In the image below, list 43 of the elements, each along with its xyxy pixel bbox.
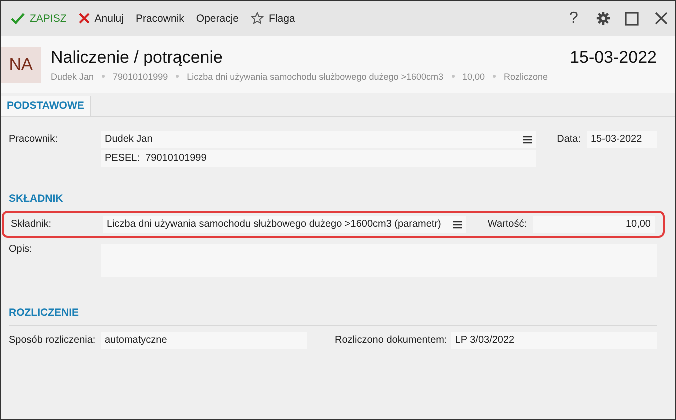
separator-dot <box>102 75 106 78</box>
employee-field[interactable]: Dudek Jan <box>101 131 536 148</box>
record-detail: Rozliczone <box>504 72 548 82</box>
field-label: Sposób rozliczenia: <box>9 335 97 346</box>
record-detail: Liczba dni używania samochodu służbowego dużego >1600cm3 <box>187 72 444 82</box>
record-badge: NA <box>1 46 41 82</box>
field-label: Rozliczono dokumentem: <box>335 335 448 346</box>
pesel-field: PESEL: 79010101999 <box>101 150 536 167</box>
help-button[interactable]: ? <box>560 6 588 30</box>
save-button[interactable]: ZAPISZ <box>5 10 73 26</box>
close-icon <box>654 12 668 25</box>
cancel-button[interactable]: Anuluj <box>72 10 130 26</box>
flag-button[interactable]: Flaga <box>245 10 302 27</box>
menu-button[interactable]: Pracownik <box>130 10 190 26</box>
star-icon <box>251 12 264 25</box>
record-detail: 10,00 <box>462 72 486 82</box>
settings-icon <box>596 11 610 26</box>
record-date: 15-03-2022 <box>570 48 657 68</box>
list-icon <box>523 136 532 144</box>
amount-field[interactable]: 10,00 <box>533 216 655 233</box>
document-field[interactable]: LP 3/03/2022 <box>451 332 657 349</box>
menu-button[interactable]: Operacje <box>190 10 246 26</box>
component-field[interactable]: Liczba dni używania samochodu służbowego dużego >1600cm3 (parametr) <box>103 216 466 233</box>
field-label: Wartość: <box>488 219 528 230</box>
field-label: Składnik: <box>11 219 53 230</box>
section-heading: ROZLICZENIE <box>9 307 80 319</box>
record-detail: Dudek Jan <box>51 72 94 82</box>
check-icon <box>11 12 25 24</box>
field-label: Data: <box>557 134 582 145</box>
method-field[interactable]: automatyczne <box>101 332 307 349</box>
separator-dot <box>493 75 496 78</box>
record-detail: 79010101999 <box>113 72 168 82</box>
field-label: Opis: <box>9 244 34 255</box>
field-label: Pracownik: <box>9 134 59 145</box>
list-icon <box>453 220 462 228</box>
record-title: Naliczenie / potrącenie <box>51 48 223 68</box>
separator-dot <box>452 75 455 78</box>
date-field[interactable]: 15-03-2022 <box>587 131 657 148</box>
separator-dot <box>176 75 180 78</box>
maximize-icon <box>625 12 639 26</box>
tab[interactable]: PODSTAWOWE <box>1 96 92 116</box>
section-heading: SKŁADNIK <box>9 193 64 205</box>
cross-icon <box>78 13 90 24</box>
